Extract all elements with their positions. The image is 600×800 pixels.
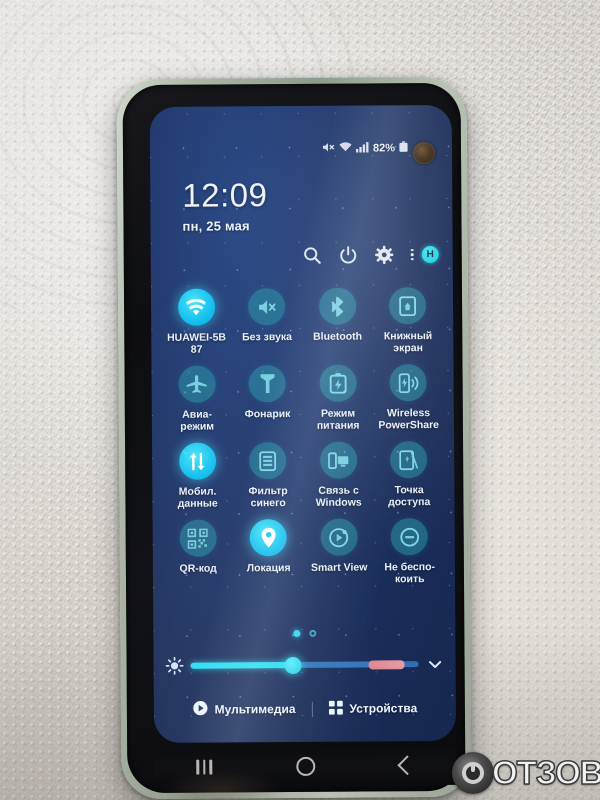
flashlight-icon xyxy=(248,365,286,403)
wireless-powershare-icon xyxy=(389,364,427,402)
clock-time: 12:09 xyxy=(182,176,268,214)
quick-panel-actions: H xyxy=(303,245,439,265)
chevron-down-icon[interactable] xyxy=(427,655,444,672)
tile-do-not-disturb[interactable]: Не беспо-коить xyxy=(374,518,445,585)
tile-label: Точка доступа xyxy=(388,484,431,509)
tile-label: Фильтр синего xyxy=(248,485,288,510)
location-pin-icon xyxy=(249,519,288,557)
hotspot-icon xyxy=(390,441,428,479)
panel-bottom-bar: Мультимедиа Устройства xyxy=(154,693,456,725)
tile-label: Wireless PowerShare xyxy=(378,407,440,432)
slider-glare-segment xyxy=(368,660,405,670)
quick-settings-grid: HUAWEI-5B 87 Без звука Bluetooth Книжный… xyxy=(161,287,445,587)
smartphone-device: 82% 12:09 пн, 25 мая H HUAWEI-5B 87 Без … xyxy=(116,76,472,800)
blue-light-filter-icon xyxy=(249,442,287,480)
tile-wifi[interactable]: HUAWEI-5B 87 xyxy=(161,288,232,356)
tile-label: HUAWEI-5B 87 xyxy=(167,331,227,356)
battery-percent-label: 82% xyxy=(372,142,396,155)
tile-qr-code[interactable]: QR-код xyxy=(163,519,234,586)
auto-rotate-lock-icon xyxy=(389,287,427,325)
mute-icon xyxy=(248,288,286,326)
gear-icon[interactable] xyxy=(375,245,394,264)
tile-label: Книжный экран xyxy=(383,330,433,355)
tile-link-to-windows[interactable]: Связь с Windows xyxy=(303,441,374,509)
devices-button-label: Устройства xyxy=(349,701,418,716)
page-dot-active[interactable] xyxy=(292,629,300,638)
tile-power-mode[interactable]: Режим питания xyxy=(302,364,373,432)
photograph: 82% 12:09 пн, 25 мая H HUAWEI-5B 87 Без … xyxy=(0,0,600,800)
play-circle-icon xyxy=(192,701,208,719)
media-button-label: Мультимедиа xyxy=(214,701,296,717)
power-icon[interactable] xyxy=(339,246,358,265)
brightness-icon xyxy=(165,656,184,675)
clock-widget: 12:09 пн, 25 мая xyxy=(182,176,268,234)
devices-button[interactable]: Устройства xyxy=(312,700,433,718)
navigation-bar xyxy=(154,744,457,787)
watermark: ОТЗОВИК xyxy=(452,752,600,794)
home-icon[interactable] xyxy=(296,756,316,776)
back-icon[interactable] xyxy=(397,755,417,776)
mute-icon xyxy=(322,142,335,156)
tile-label: Авиа-режим xyxy=(180,408,215,433)
more-menu-icon[interactable] xyxy=(411,248,414,261)
smart-view-icon xyxy=(320,518,358,556)
tile-blue-light-filter[interactable]: Фильтр синего xyxy=(233,442,304,509)
tile-flashlight[interactable]: Фонарик xyxy=(232,365,303,432)
front-camera-punch-hole xyxy=(412,142,436,165)
brightness-fill xyxy=(190,662,294,669)
brightness-track[interactable] xyxy=(190,656,419,674)
airplane-icon xyxy=(178,365,216,403)
tile-smart-view[interactable]: Smart View xyxy=(304,518,375,585)
tile-label: Мобил. данные xyxy=(177,485,218,510)
wifi-icon xyxy=(339,142,352,156)
recents-icon[interactable] xyxy=(196,759,213,775)
power-mode-icon xyxy=(319,364,357,402)
brightness-thumb[interactable] xyxy=(284,656,302,674)
tile-location[interactable]: Локация xyxy=(233,519,304,586)
battery-icon xyxy=(399,141,408,155)
tile-rotation-lock[interactable]: Книжный экран xyxy=(372,287,443,354)
tile-wireless-powershare[interactable]: Wireless PowerShare xyxy=(373,364,444,431)
qr-code-icon xyxy=(179,519,217,557)
tile-label: Связь с Windows xyxy=(315,484,362,509)
tile-label: Bluetooth xyxy=(313,330,363,343)
search-icon[interactable] xyxy=(303,246,322,265)
tile-bluetooth[interactable]: Bluetooth xyxy=(302,287,373,354)
page-indicator xyxy=(153,629,455,638)
link-to-windows-icon xyxy=(319,441,358,479)
tile-label: QR-код xyxy=(179,562,217,575)
tile-mute[interactable]: Без звука xyxy=(231,288,302,355)
tile-hotspot[interactable]: Точка доступа xyxy=(374,441,445,508)
tile-mobile-data[interactable]: Мобил. данные xyxy=(162,442,233,510)
brightness-slider-row xyxy=(165,651,443,679)
otzovik-logo-icon xyxy=(452,752,494,794)
do-not-disturb-icon xyxy=(390,518,429,556)
mobile-data-icon xyxy=(178,442,217,480)
avatar[interactable]: H xyxy=(421,245,439,264)
tile-label: Без звука xyxy=(242,331,293,344)
media-button[interactable]: Мультимедиа xyxy=(176,700,311,719)
status-bar: 82% xyxy=(150,137,452,161)
bluetooth-icon xyxy=(318,287,356,325)
devices-grid-icon xyxy=(328,700,343,717)
tile-label: Не беспо-коить xyxy=(384,561,436,586)
tile-airplane-mode[interactable]: Авиа-режим xyxy=(161,365,232,433)
watermark-text: ОТЗОВИК xyxy=(491,753,600,792)
clock-date: пн, 25 мая xyxy=(182,218,250,234)
signal-bars-icon xyxy=(355,141,369,155)
tile-label: Smart View xyxy=(310,561,368,574)
wifi-icon xyxy=(177,288,215,326)
tile-label: Локация xyxy=(246,562,291,575)
phone-screen: 82% 12:09 пн, 25 мая H HUAWEI-5B 87 Без … xyxy=(149,104,457,743)
page-dot-inactive[interactable] xyxy=(308,629,316,637)
tile-label: Фонарик xyxy=(244,408,291,421)
tile-label: Режим питания xyxy=(316,407,360,432)
